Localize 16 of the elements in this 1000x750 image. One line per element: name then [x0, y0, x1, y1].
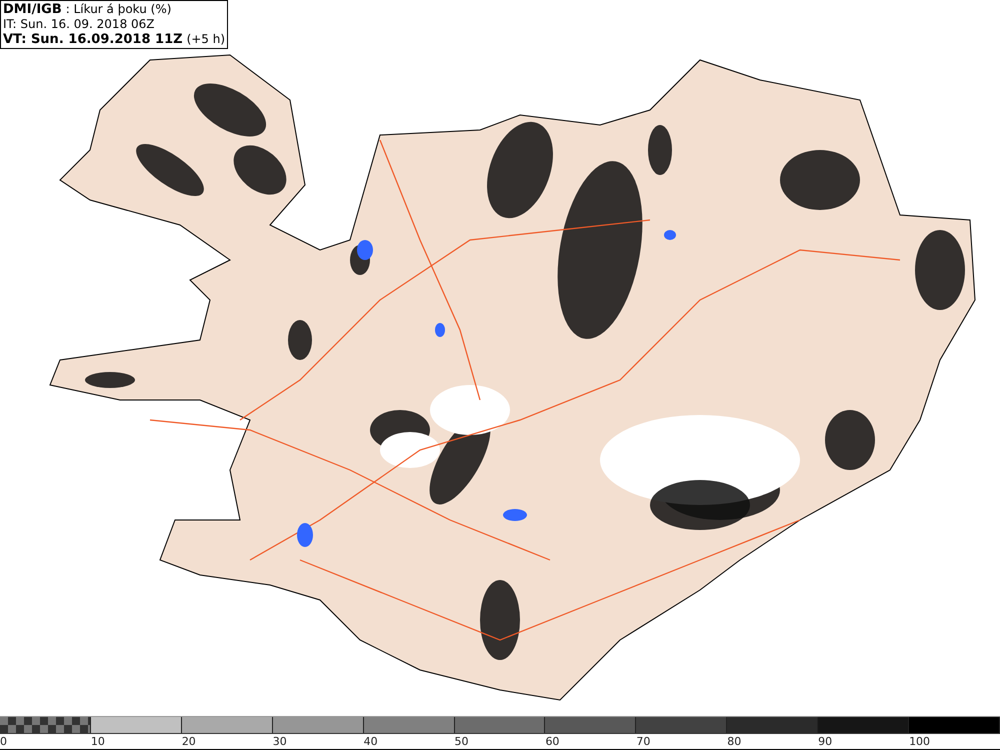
legend-label: 10	[90, 735, 105, 748]
map-source: DMI/IGB	[3, 2, 62, 17]
legend-label: 80	[727, 735, 742, 748]
issue-time: IT: Sun. 16. 09. 2018 06Z	[3, 17, 155, 32]
legend-label: 0	[0, 735, 7, 748]
legend-label: 50	[454, 735, 469, 748]
legend-label: 20	[182, 735, 196, 748]
legend-label: 60	[545, 735, 560, 748]
forecast-offset: (+5 h)	[186, 32, 226, 47]
legend-label: 30	[272, 735, 287, 748]
legend-label: 40	[364, 735, 378, 748]
legend-label: 70	[636, 735, 650, 748]
valid-time: VT: Sun. 16.09.2018 11Z	[3, 32, 183, 47]
legend-label: 100	[909, 735, 930, 748]
map-title: : Líkur á þoku (%)	[66, 2, 172, 17]
legend-label: 90	[818, 735, 832, 748]
